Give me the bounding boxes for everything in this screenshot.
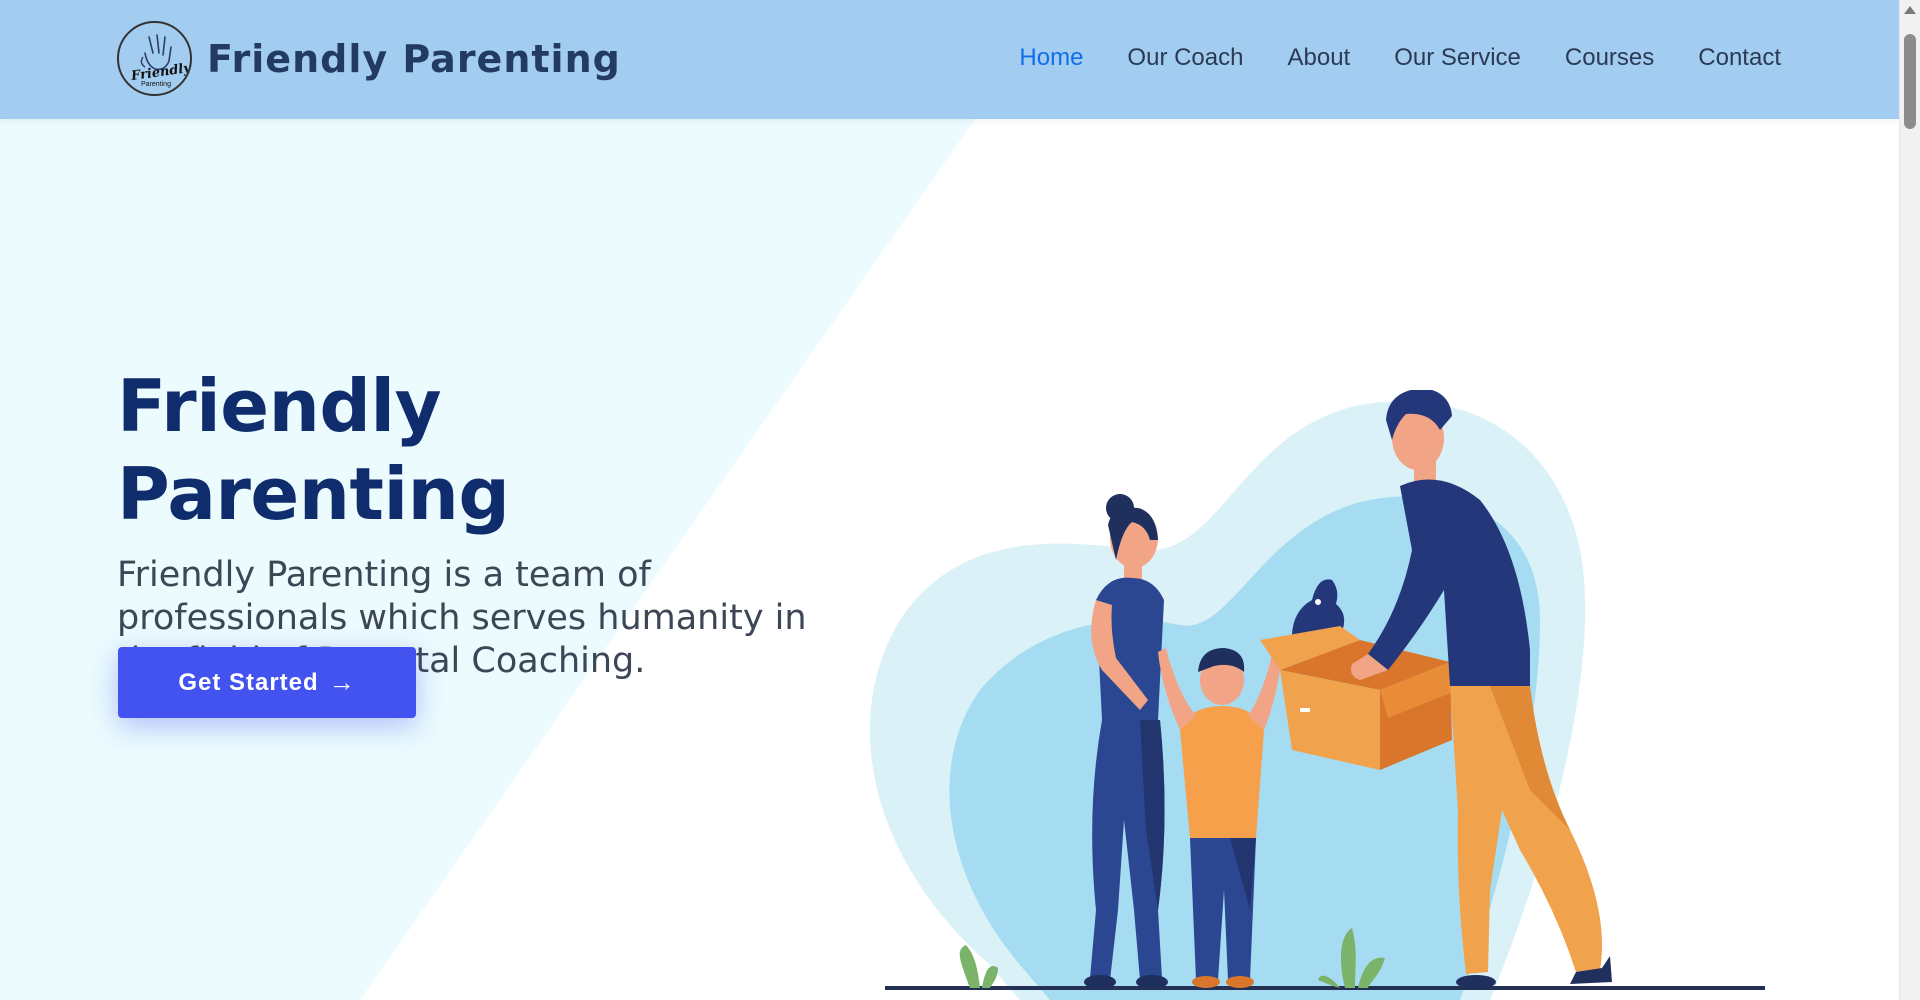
logo-subtext: Parenting [141, 81, 171, 88]
hero-content: Friendly Parenting Friendly Parenting is… [117, 362, 817, 683]
family-illustration [870, 390, 1765, 1000]
brand-logo[interactable]: Friendly Parenting [117, 21, 192, 96]
main-nav: Home Our Coach About Our Service Courses… [1019, 44, 1781, 72]
get-started-label: Get Started [178, 668, 319, 696]
page: Friendly Parenting Friendly Parenting Ho… [0, 0, 1920, 1000]
page-scrollbar[interactable] [1899, 0, 1920, 1000]
get-started-button[interactable]: Get Started → [118, 647, 416, 718]
nav-courses[interactable]: Courses [1565, 44, 1654, 72]
nav-our-service[interactable]: Our Service [1394, 44, 1521, 72]
nav-about[interactable]: About [1287, 44, 1350, 72]
brand[interactable]: Friendly Parenting Friendly Parenting [117, 21, 621, 96]
nav-home[interactable]: Home [1019, 44, 1083, 72]
nav-our-coach[interactable]: Our Coach [1127, 44, 1243, 72]
hero-title: Friendly Parenting [117, 364, 510, 536]
scroll-up-arrow-icon[interactable] [1904, 6, 1916, 14]
scroll-thumb[interactable] [1904, 34, 1916, 129]
nav-contact[interactable]: Contact [1698, 44, 1781, 72]
site-header: Friendly Parenting Friendly Parenting Ho… [0, 0, 1899, 119]
brand-name[interactable]: Friendly Parenting [207, 37, 621, 81]
arrow-right-icon: → [328, 667, 356, 697]
